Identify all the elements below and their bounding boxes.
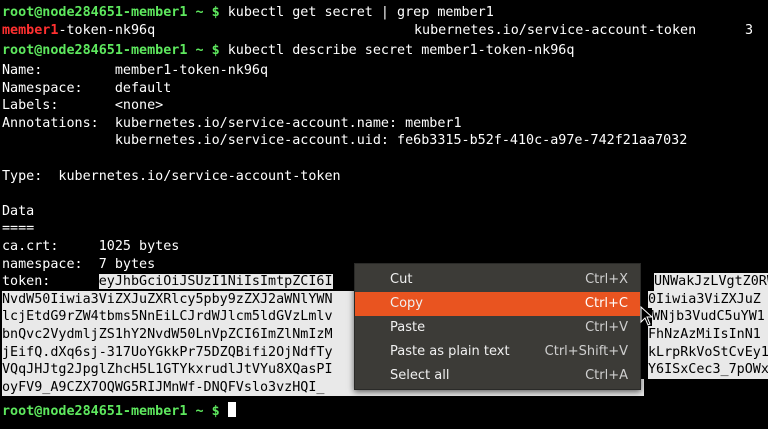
token-selected-text[interactable]: NvdW50Iiwia3ViZXJuZXRlcy5pby9zZXJ2aWNlYW… — [2, 290, 354, 309]
shell-prompt: root@node284651-member1 ~ $ — [2, 5, 220, 20]
menu-item-label: Cut — [390, 272, 413, 287]
terminal-line-prompt[interactable]: root@node284651-member1 ~ $ — [2, 402, 236, 420]
command-text: kubectl get secret | grep member1 — [227, 5, 494, 20]
token-selected-text-right[interactable]: FhNzAzMiIsInN1 — [648, 326, 768, 344]
describe-annotations-uid: kubernetes.io/service-account.uid: fe6b3… — [2, 133, 688, 149]
context-menu[interactable]: Cut Ctrl+X Copy Ctrl+C Paste Ctrl+V Past… — [354, 263, 641, 390]
shell-prompt: root@node284651-member1 ~ $ — [2, 404, 220, 419]
menu-item-paste-plain[interactable]: Paste as plain text Ctrl+Shift+V — [355, 340, 640, 364]
menu-item-shortcut: Ctrl+V — [585, 320, 628, 335]
token-selected-text-right[interactable]: kLrpRkVoStCvEy1 — [648, 343, 768, 362]
terminal-line-cmd1: root@node284651-member1 ~ $ kubectl get … — [2, 4, 494, 22]
data-separator: ==== — [2, 221, 35, 237]
menu-item-select-all[interactable]: Select all Ctrl+A — [355, 364, 640, 388]
grep-output-line: member1-token-nk96q — [2, 22, 155, 40]
token-selected-text[interactable]: lcjEtdG9rZW4tbms5NnEiLCJrdWJlcm5ldGVzLml… — [2, 308, 354, 326]
menu-item-shortcut: Ctrl+X — [585, 272, 628, 287]
token-selected-text[interactable]: bnQvc2VydmljZS1hY2NvdW50LnVpZCI6ImZlNmIz… — [2, 326, 354, 344]
menu-item-shortcut: Ctrl+C — [584, 296, 628, 311]
menu-item-label: Copy — [390, 296, 423, 311]
token-label: token: — [2, 274, 99, 290]
grep-count: 3 — [745, 22, 754, 38]
menu-item-shortcut: Ctrl+Shift+V — [544, 344, 628, 359]
data-cacrt: ca.crt: 1025 bytes — [2, 239, 180, 254]
grep-type: kubernetes.io/service-account-token — [414, 22, 697, 38]
token-selected-text-right[interactable]: 0Iiwia3ViZXJuZ — [648, 290, 768, 309]
text-cursor — [227, 402, 236, 417]
menu-item-copy[interactable]: Copy Ctrl+C — [355, 292, 640, 316]
describe-namespace: Namespace: default — [2, 80, 172, 96]
token-selected-text-right[interactable]: Y6ISxCec3_7pOWx — [648, 361, 768, 379]
token-selected-text-right[interactable]: WNjb3VudC5uYW1 — [652, 308, 768, 326]
menu-item-label: Select all — [390, 368, 450, 383]
describe-type: Type: kubernetes.io/service-account-toke… — [2, 168, 341, 184]
mouse-pointer-icon — [640, 306, 654, 326]
menu-item-label: Paste as plain text — [390, 344, 510, 359]
token-selected-text[interactable]: eyJhbGciOiJSUzI1NiIsImtpZCI6I — [98, 274, 333, 290]
data-namespace: namespace: 7 bytes — [2, 256, 156, 272]
token-selected-text[interactable]: oyFV9_A9CZX7OQWG5RIJMnWf-DNQFVslo3vzHQI_ — [2, 378, 354, 397]
menu-item-paste[interactable]: Paste Ctrl+V — [355, 316, 640, 340]
describe-labels: Labels: <none> — [2, 98, 164, 114]
token-line-1[interactable]: token: eyJhbGciOiJSUzI1NiIsImtpZCI6I — [2, 273, 333, 291]
describe-annotations: Annotations: kubernetes.io/service-accou… — [2, 115, 462, 131]
describe-name: Name: member1-token-nk96q — [2, 63, 269, 78]
terminal-line-cmd2: root@node284651-member1 ~ $ kubectl desc… — [2, 42, 574, 60]
data-heading: Data — [2, 203, 35, 219]
grep-match: member1 — [2, 22, 59, 38]
grep-secret-name: -token-nk96q — [58, 22, 156, 38]
shell-prompt: root@node284651-member1 ~ $ — [2, 43, 220, 58]
menu-item-label: Paste — [390, 320, 426, 335]
command-text: kubectl describe secret member1-token-nk… — [227, 43, 575, 58]
token-selected-text-right[interactable]: UNWakJzLVgtZ0RW — [654, 273, 768, 291]
token-selected-text[interactable]: VQqJHJtg2JpglZhcH5L1GTYkxrudlJtVYu8XQasP… — [2, 361, 354, 379]
menu-item-cut[interactable]: Cut Ctrl+X — [355, 268, 640, 292]
menu-item-shortcut: Ctrl+A — [585, 368, 628, 383]
token-selected-text[interactable]: jEifQ.dXq6sj-317UoYGkkPr75DZQBifi2OjNdfT… — [2, 343, 354, 362]
